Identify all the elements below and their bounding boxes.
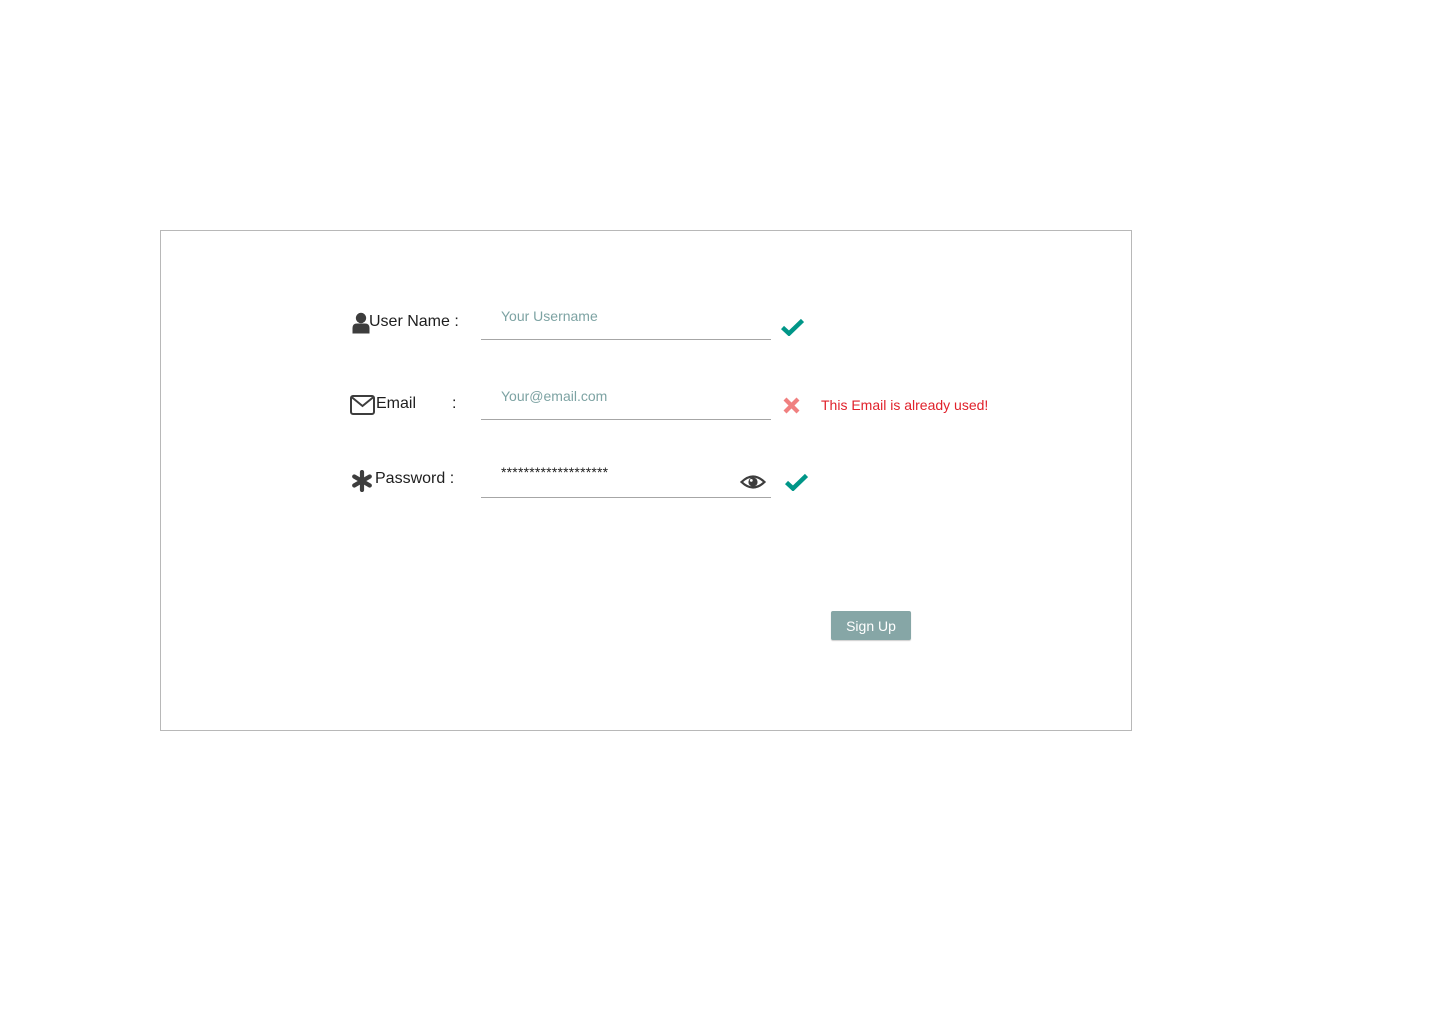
email-cross-icon bbox=[783, 397, 800, 419]
email-field bbox=[481, 381, 771, 420]
email-input[interactable] bbox=[481, 381, 741, 411]
envelope-icon bbox=[350, 395, 375, 420]
asterisk-icon bbox=[351, 469, 373, 497]
password-label: Password : bbox=[375, 470, 455, 487]
password-input[interactable]: ******************* bbox=[501, 464, 608, 480]
password-field[interactable]: ******************* bbox=[481, 459, 771, 498]
email-error-message: This Email is already used! bbox=[821, 397, 989, 413]
email-label-colon: : bbox=[452, 395, 457, 412]
eye-icon[interactable] bbox=[739, 473, 767, 496]
email-label: Email bbox=[376, 395, 417, 412]
sign-up-button[interactable]: Sign Up bbox=[831, 611, 911, 640]
signup-form-card: User Name : Email : This Email is alread… bbox=[160, 230, 1132, 731]
username-check-icon bbox=[780, 318, 805, 341]
password-check-icon bbox=[784, 473, 809, 496]
username-input[interactable] bbox=[481, 301, 741, 331]
username-label: User Name : bbox=[369, 313, 459, 330]
username-field bbox=[481, 301, 771, 340]
user-icon bbox=[352, 312, 370, 339]
